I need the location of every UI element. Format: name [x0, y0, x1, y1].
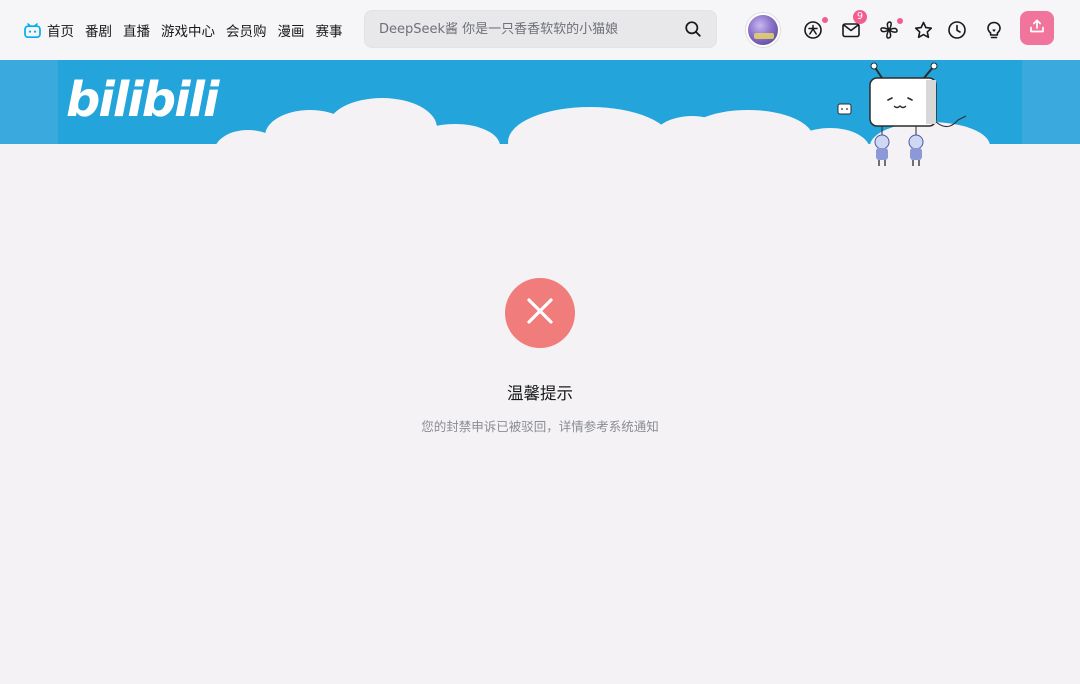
upload-icon	[1028, 17, 1046, 39]
header-right-tools: 9	[746, 0, 1005, 60]
nav-item-esports[interactable]: 赛事	[316, 20, 343, 40]
main-nav: 首页 番剧 直播 游戏中心 会员购 漫画 赛事	[24, 0, 354, 60]
error-status-indicator	[505, 278, 575, 348]
nav-item-game-center-label: 游戏中心	[161, 24, 215, 40]
nav-item-mall-label: 会员购	[226, 24, 267, 40]
favorite-icon[interactable]	[912, 19, 934, 41]
history-icon[interactable]	[946, 19, 968, 41]
tv-mascot-illustration	[837, 62, 967, 166]
user-avatar[interactable]	[746, 13, 780, 47]
notice-description: 您的封禁申诉已被驳回，详情参考系统通知	[421, 419, 659, 434]
nav-item-home-label: 首页	[47, 24, 74, 40]
notice-panel: 温馨提示 您的封禁申诉已被驳回，详情参考系统通知	[340, 278, 740, 435]
nav-item-manga[interactable]: 漫画	[278, 20, 305, 40]
nav-item-anime-label: 番剧	[85, 24, 112, 40]
nav-item-home[interactable]: 首页	[24, 20, 74, 40]
nav-item-game-center[interactable]: 游戏中心	[161, 20, 215, 40]
big-vip-icon[interactable]	[802, 17, 828, 41]
search-box	[364, 10, 717, 48]
nav-item-esports-label: 赛事	[315, 24, 343, 40]
nav-item-mall[interactable]: 会员购	[226, 20, 267, 40]
top-header: 首页 番剧 直播 游戏中心 会员购 漫画 赛事 DeepSeek酱 你是一只香香…	[0, 0, 1080, 60]
upload-button[interactable]	[1020, 11, 1054, 45]
nav-item-live-label: 直播	[123, 24, 150, 40]
bilibili-tv-icon	[24, 22, 41, 38]
nav-item-manga-label: 漫画	[277, 24, 305, 40]
search-icon[interactable]	[682, 18, 704, 40]
search-input[interactable]	[379, 21, 682, 37]
dynamic-dot	[897, 18, 903, 24]
message-icon[interactable]: 9	[840, 10, 867, 41]
creation-icon[interactable]	[983, 19, 1005, 41]
notice-title: 温馨提示	[507, 384, 573, 403]
big-vip-dot	[822, 17, 828, 23]
nav-item-anime[interactable]: 番剧	[85, 20, 112, 40]
dynamic-icon[interactable]	[878, 18, 903, 41]
nav-item-live[interactable]: 直播	[123, 20, 150, 40]
message-badge: 9	[853, 10, 867, 24]
close-icon	[525, 296, 555, 330]
